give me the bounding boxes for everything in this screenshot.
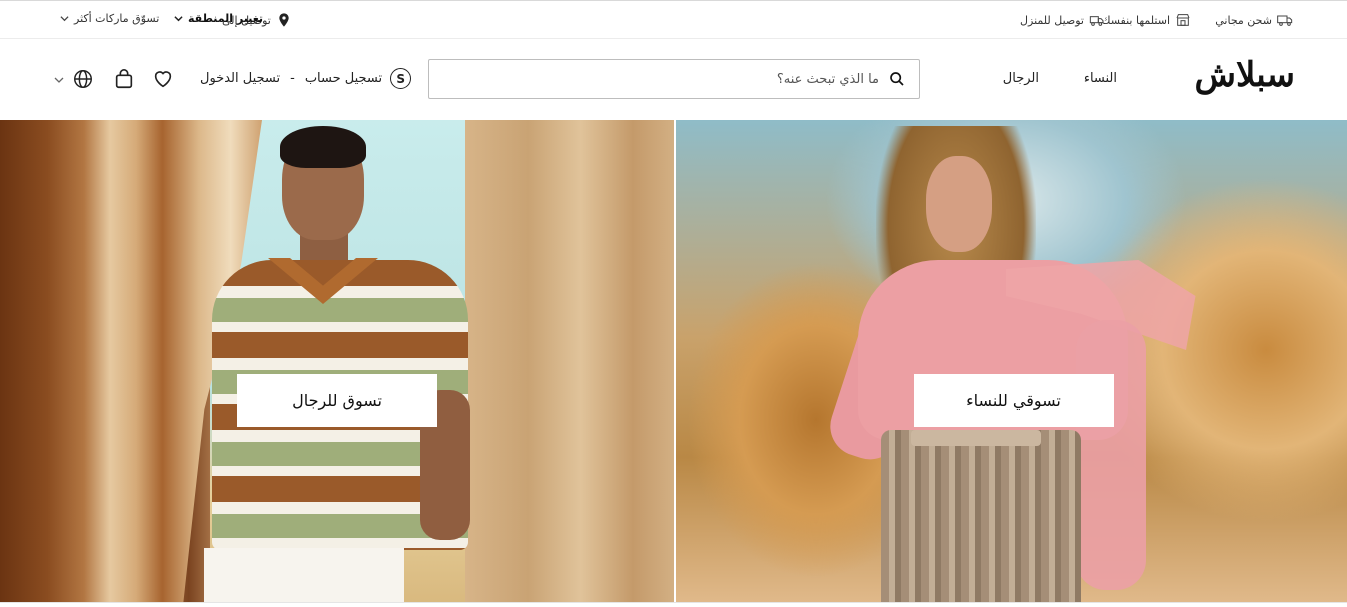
women-model-face (925, 156, 992, 252)
search-input[interactable] (479, 71, 879, 87)
home-delivery-link[interactable]: توصيل للمنزل (1020, 12, 1105, 28)
shopping-bag-icon[interactable] (113, 68, 135, 90)
globe-icon[interactable] (72, 68, 94, 90)
women-model-pleated-skirt (880, 430, 1081, 602)
search-icon[interactable] (889, 71, 905, 87)
women-model-right-sleeve (1075, 320, 1146, 590)
home-delivery-label: توصيل للمنزل (1020, 13, 1084, 27)
hero-banner: تسوق للرجال تسوقي للنساء (0, 120, 1347, 602)
account-links: S تسجيل حساب - تسجيل الدخول (200, 68, 412, 89)
store-icon (1176, 14, 1190, 26)
men-model-hair (280, 126, 366, 168)
men-fabric-curtain-right (465, 120, 674, 602)
shop-men-button[interactable]: تسوق للرجال (237, 374, 437, 427)
site-logo[interactable]: سبلاش (1194, 55, 1296, 95)
register-link[interactable]: تسجيل حساب (305, 71, 382, 86)
change-region-button[interactable]: تغيير المنطقة (174, 12, 263, 25)
main-header: سبلاش النساء الرجال S تسجيل حساب - تسجيل… (0, 39, 1347, 120)
pickup-link[interactable]: استلمها بنفسك (1101, 12, 1191, 28)
utility-bar: شحن مجاني استلمها بنفسك توصيل للمنزل توص… (0, 0, 1347, 39)
location-pin-icon (279, 13, 289, 27)
chevron-down-icon (174, 16, 183, 22)
truck-icon (1277, 15, 1293, 26)
nav-women[interactable]: النساء (1084, 71, 1117, 86)
nav-men[interactable]: الرجال (1003, 71, 1039, 86)
s-badge-icon: S (390, 68, 412, 89)
delivery-truck-icon (1089, 16, 1104, 26)
chevron-down-icon[interactable] (54, 75, 64, 85)
account-separator: - (290, 71, 295, 86)
change-region-label: تغيير المنطقة (188, 12, 264, 25)
men-hero-panel[interactable]: تسوق للرجال (0, 120, 674, 602)
heart-icon[interactable] (152, 68, 174, 90)
men-model-pants (204, 548, 404, 602)
women-hero-panel[interactable]: تسوقي للنساء (673, 120, 1347, 602)
login-link[interactable]: تسجيل الدخول (200, 71, 280, 86)
page-divider (0, 602, 1347, 607)
shop-women-button[interactable]: تسوقي للنساء (913, 374, 1114, 427)
pickup-label: استلمها بنفسك (1101, 13, 1170, 27)
shop-brands-label: تسوّق ماركات أكثر (74, 12, 160, 25)
search-bar (428, 59, 920, 99)
chevron-down-icon (60, 16, 69, 22)
free-shipping-label: شحن مجاني (1215, 13, 1272, 27)
free-shipping-link[interactable]: شحن مجاني (1215, 12, 1293, 28)
shop-brands-dropdown[interactable]: تسوّق ماركات أكثر (60, 12, 159, 25)
women-model-belt (910, 430, 1041, 446)
